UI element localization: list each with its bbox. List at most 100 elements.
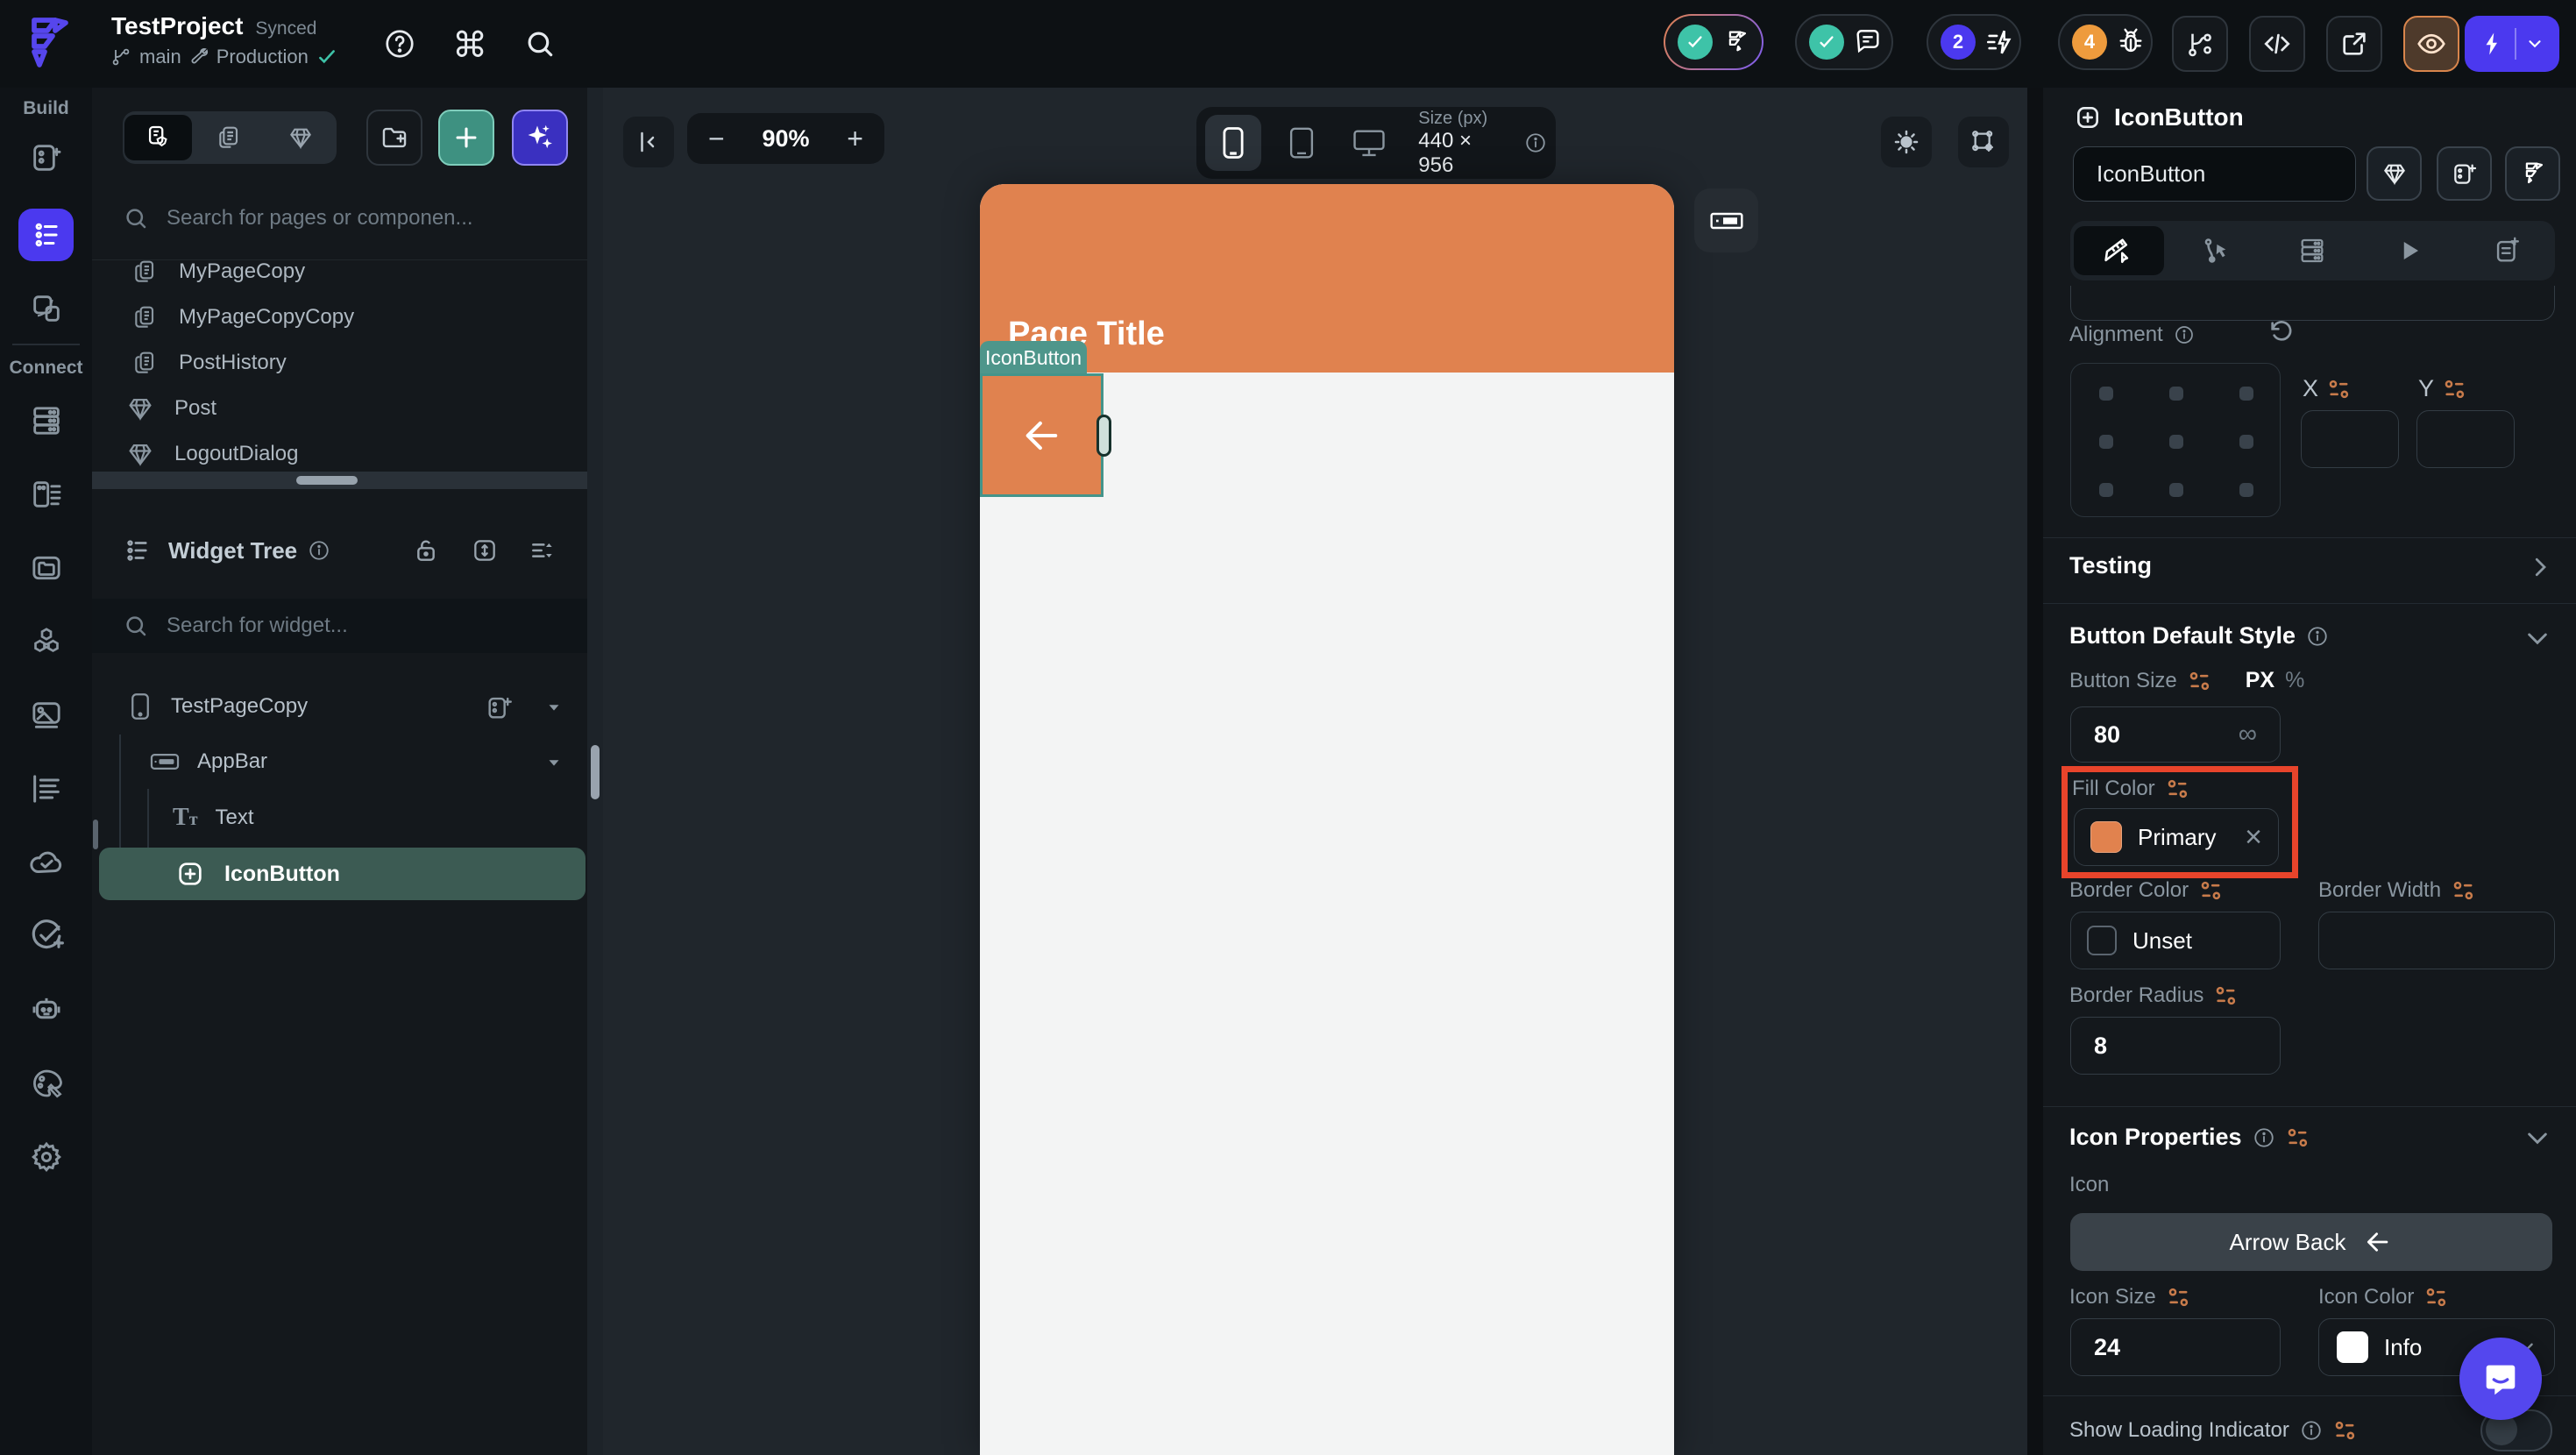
set-from-variable-icon[interactable] xyxy=(2214,983,2239,1008)
page-list-item[interactable]: MyPageCopy xyxy=(92,249,587,295)
icon-picker-button[interactable]: Arrow Back xyxy=(2070,1213,2552,1271)
collapse-panel-button[interactable] xyxy=(623,117,674,167)
deploy-split-button[interactable] xyxy=(2465,16,2559,72)
info-icon[interactable] xyxy=(2306,625,2329,648)
icon-size-input[interactable]: 24 xyxy=(2070,1318,2281,1376)
chevron-down-icon[interactable] xyxy=(544,698,564,717)
preview-eye-button[interactable] xyxy=(2403,16,2459,72)
search-button[interactable] xyxy=(523,27,557,60)
app-logo-icon[interactable] xyxy=(16,11,79,76)
page-list-item[interactable]: PostHistory xyxy=(92,340,587,386)
rail-app-values-icon[interactable] xyxy=(29,477,64,512)
reset-alignment-icon[interactable] xyxy=(2267,317,2295,345)
info-icon[interactable] xyxy=(2300,1419,2323,1442)
tree-node-iconbutton-selected[interactable]: IconButton xyxy=(99,848,585,900)
size-info-icon[interactable] xyxy=(1524,131,1547,154)
testing-section-header[interactable]: Testing xyxy=(2069,552,2152,579)
ai-review-pill[interactable] xyxy=(1664,14,1763,70)
rail-tests-icon[interactable] xyxy=(28,918,65,955)
set-from-variable-icon[interactable] xyxy=(2327,377,2352,401)
button-size-input[interactable]: 80 ∞ xyxy=(2070,706,2281,763)
pages-search-input[interactable] xyxy=(165,205,536,231)
set-from-variable-icon[interactable] xyxy=(2443,377,2467,401)
chevron-down-icon[interactable] xyxy=(544,753,564,772)
set-from-variable-icon[interactable] xyxy=(2333,1418,2358,1443)
help-button[interactable] xyxy=(383,27,416,60)
properties-scrollbar-track[interactable] xyxy=(2027,88,2043,1455)
panel-resize-strip[interactable] xyxy=(92,472,587,489)
rail-app-logs-icon[interactable] xyxy=(29,771,64,806)
rail-theme-icon[interactable] xyxy=(28,1065,65,1102)
chevron-right-icon[interactable] xyxy=(2527,554,2553,580)
unit-px-toggle[interactable]: PX xyxy=(2246,668,2274,693)
align-y-input[interactable] xyxy=(2416,410,2515,468)
page-list-item[interactable]: MyPageCopyCopy xyxy=(92,295,587,340)
expand-collapse-icon[interactable] xyxy=(471,536,499,564)
tab-backend[interactable] xyxy=(2267,226,2358,275)
open-external-button[interactable] xyxy=(2326,16,2382,72)
filter-all-tab[interactable] xyxy=(124,115,193,160)
branch-button[interactable] xyxy=(2172,16,2228,72)
command-menu-button[interactable]: ⌘ xyxy=(452,25,487,66)
actions-pill[interactable]: 2 xyxy=(1927,14,2021,70)
project-title[interactable]: TestProject xyxy=(111,12,243,39)
zoom-out-button[interactable]: − xyxy=(708,123,725,155)
rail-page-selector-active[interactable] xyxy=(18,209,74,261)
component-list-item[interactable]: LogoutDialog xyxy=(92,431,587,477)
ai-assist-button[interactable] xyxy=(2505,146,2560,201)
tree-sort-icon[interactable] xyxy=(529,536,557,564)
tree-node-text[interactable]: Tт Text xyxy=(173,793,254,842)
device-phone-tab[interactable] xyxy=(1205,115,1261,171)
infinity-icon[interactable]: ∞ xyxy=(2239,720,2257,749)
widget-search-input[interactable] xyxy=(165,613,519,639)
deploy-chevron-icon[interactable] xyxy=(2525,34,2544,53)
ai-generate-page-button[interactable] xyxy=(512,110,568,166)
add-page-button[interactable] xyxy=(438,110,494,166)
align-x-input[interactable] xyxy=(2301,410,2399,468)
appbar-quick-chip[interactable] xyxy=(1694,188,1758,252)
border-color-swatch-unset[interactable] xyxy=(2087,926,2117,955)
add-folder-button[interactable] xyxy=(366,110,422,166)
set-from-variable-icon[interactable] xyxy=(2286,1125,2310,1150)
panel-resize-handle[interactable] xyxy=(296,476,358,485)
lock-icon[interactable] xyxy=(412,536,440,564)
border-width-input[interactable] xyxy=(2318,912,2555,969)
border-color-input[interactable]: Unset xyxy=(2070,912,2281,969)
rail-integrations-icon[interactable] xyxy=(29,624,64,659)
info-icon[interactable] xyxy=(2174,324,2195,345)
set-from-variable-icon[interactable] xyxy=(2452,878,2476,903)
set-from-variable-icon[interactable] xyxy=(2188,669,2212,693)
device-tablet-tab[interactable] xyxy=(1274,115,1330,171)
rail-ai-agents-icon[interactable] xyxy=(28,991,65,1028)
info-icon[interactable] xyxy=(308,539,330,562)
tab-run[interactable] xyxy=(2365,226,2455,275)
tab-interactions[interactable] xyxy=(2171,226,2261,275)
issues-pill[interactable]: 4 xyxy=(2058,14,2153,70)
left-panel-scrollbar-track[interactable] xyxy=(587,88,603,1455)
branch-name[interactable]: main xyxy=(139,46,181,68)
tree-vertical-scrollbar[interactable] xyxy=(93,820,98,849)
tree-node-appbar[interactable]: AppBar xyxy=(150,737,267,786)
alignment-grid[interactable] xyxy=(2070,363,2281,517)
component-list-item[interactable]: Post xyxy=(92,386,587,431)
rail-custom-files-icon[interactable] xyxy=(29,550,64,586)
tab-docs[interactable] xyxy=(2461,226,2551,275)
tree-node-page[interactable]: TestPageCopy xyxy=(127,682,308,731)
resize-handle[interactable] xyxy=(1096,415,1111,457)
filter-pages-tab[interactable] xyxy=(195,115,263,160)
rail-components-icon[interactable] xyxy=(29,291,64,326)
selected-iconbutton-widget[interactable] xyxy=(980,373,1103,497)
border-radius-input[interactable]: 8 xyxy=(2070,1017,2281,1075)
support-chat-button[interactable] xyxy=(2459,1338,2542,1420)
set-from-variable-icon[interactable] xyxy=(2199,878,2224,903)
add-widget-icon[interactable] xyxy=(485,692,514,722)
code-view-button[interactable] xyxy=(2249,16,2305,72)
canvas-settings-button[interactable] xyxy=(1958,117,2009,167)
theme-mode-button[interactable] xyxy=(1881,117,1932,167)
size-value[interactable]: 440 × 956 xyxy=(1418,129,1507,178)
rail-media-assets-icon[interactable] xyxy=(29,698,64,733)
set-from-variable-icon[interactable] xyxy=(2424,1285,2449,1310)
tab-properties[interactable] xyxy=(2074,226,2164,275)
rail-cloud-functions-icon[interactable] xyxy=(28,844,65,881)
device-desktop-tab[interactable] xyxy=(1342,115,1398,171)
